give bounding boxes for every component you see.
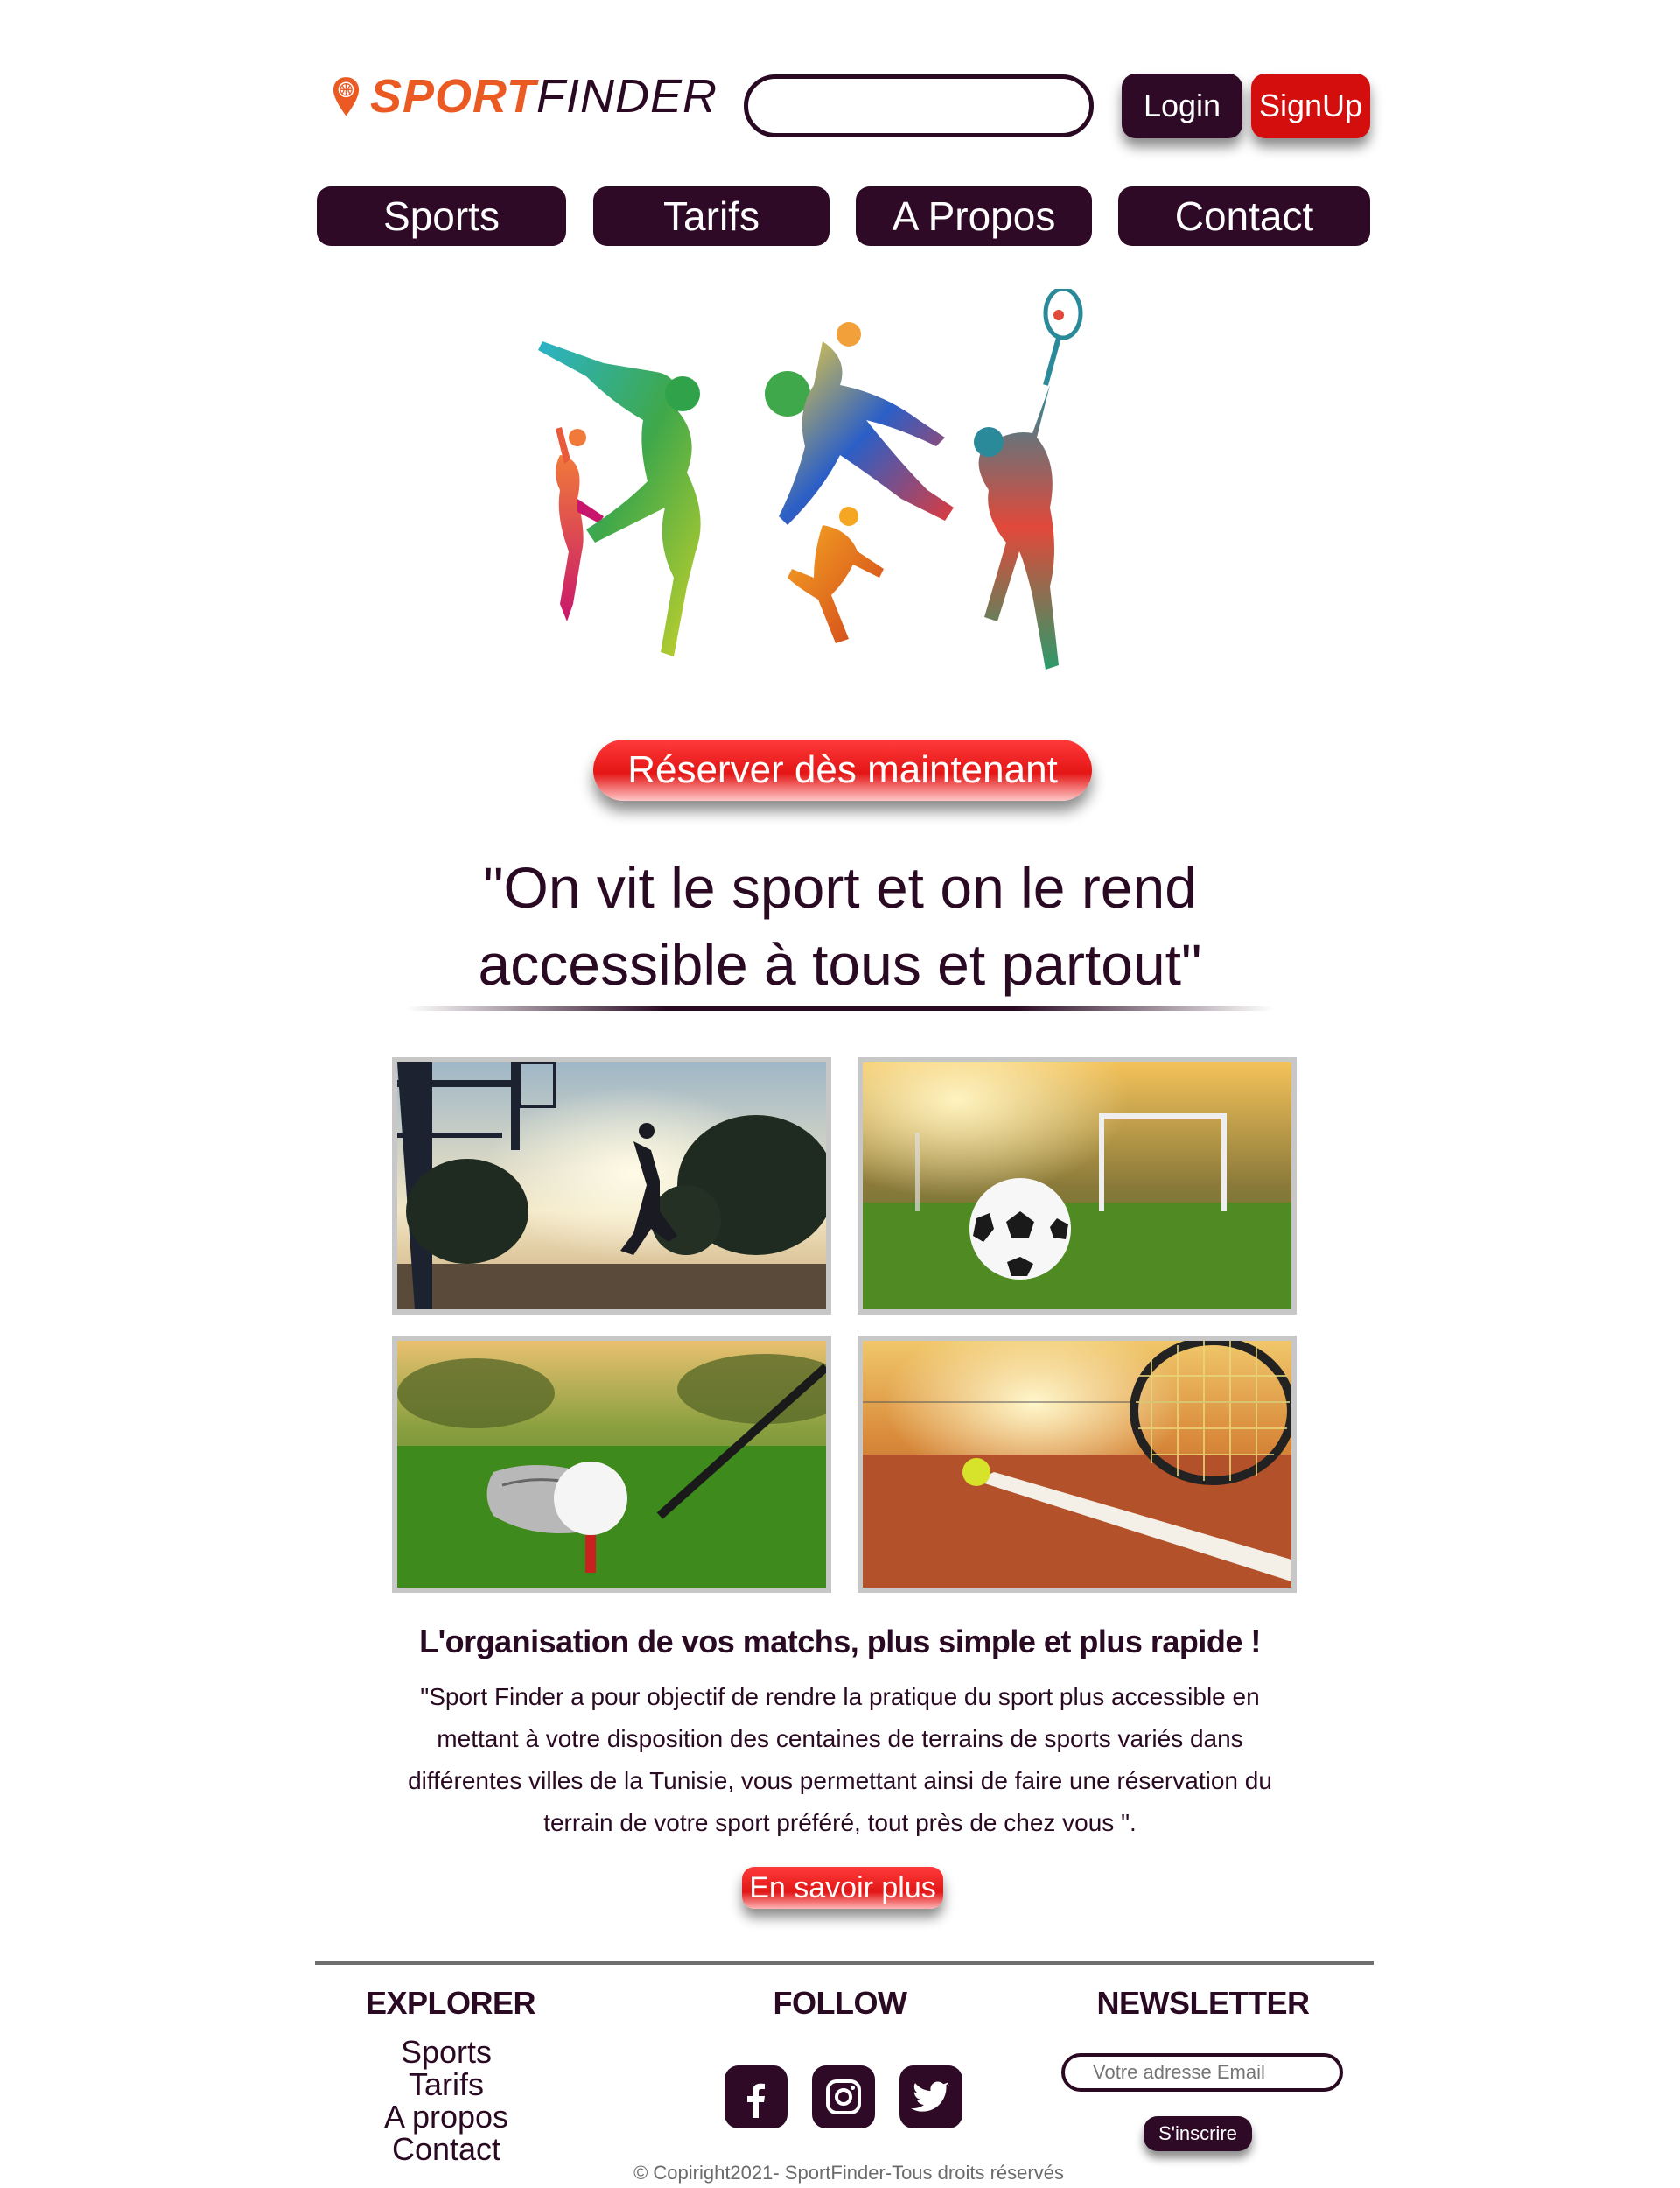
instagram-icon [826,2079,861,2114]
twitter-icon [911,2081,949,2112]
newsletter-heading: NEWSLETTER [1096,1985,1311,2021]
about-description: "Sport Finder a pour objectif de rendre … [394,1676,1286,1844]
signup-button[interactable]: SignUp [1251,74,1370,138]
follow-heading: FOLLOW [773,1985,907,2021]
instagram-link[interactable] [812,2065,875,2128]
athletes-illustration [538,289,1083,670]
subscribe-button[interactable]: S'inscrire [1144,2116,1252,2151]
nav-tarifs[interactable]: Tarifs [593,186,830,246]
footer-link-a-propos[interactable]: A propos [332,2101,560,2133]
slogan-divider [407,1006,1273,1011]
nav-sports[interactable]: Sports [317,186,566,246]
golf-photo [392,1336,831,1593]
brand-name: SPORTFINDER [370,69,718,123]
runner-figure [788,507,884,643]
facebook-link[interactable] [724,2065,788,2128]
about-description-line: "Sport Finder a pour objectif de rendre … [420,1683,1260,1710]
tennis-scene-image [863,1341,1292,1588]
footer-link-sports[interactable]: Sports [332,2037,560,2068]
nav-a-propos[interactable]: A Propos [856,186,1092,246]
search-input[interactable] [776,91,1073,121]
footer-link-tarifs[interactable]: Tarifs [332,2069,560,2100]
about-description-line: terrain de votre sport préféré, tout prè… [543,1809,1137,1836]
tennis-player-figure [974,289,1083,670]
football-photo [858,1057,1297,1315]
explorer-heading: EXPLORER [365,1985,536,2021]
about-headline: L'organisation de vos matchs, plus simpl… [419,1623,1261,1659]
slogan-line-1: "On vit le sport et on le rend [483,855,1197,920]
book-now-button[interactable]: Réserver dès maintenant [593,740,1092,801]
learn-more-button[interactable]: En savoir plus [742,1867,943,1909]
location-pin-icon [332,76,360,116]
footer-divider [315,1961,1374,1965]
twitter-link[interactable] [900,2065,962,2128]
login-button[interactable]: Login [1122,74,1242,138]
slogan-line-2: accessible à tous et partout" [478,932,1202,997]
brand-name-sport: SPORT [369,70,536,123]
footer-link-contact[interactable]: Contact [332,2134,560,2165]
copyright-notice: © Copiright2021- SportFinder-Tous droits… [634,2162,1064,2184]
tennis-photo [858,1336,1297,1593]
basketball-photo [392,1057,831,1315]
brand-logo[interactable]: SPORTFINDER [332,48,718,144]
basketball-player-figure [765,322,954,525]
slogan: "On vit le sport et on le rend accessibl… [350,849,1330,1003]
about-description-line: différentes villes de la Tunisie, vous p… [408,1767,1272,1794]
basketball-scene-image [397,1062,826,1309]
newsletter-field[interactable] [1061,2053,1347,2092]
about-description-line: mettant à votre disposition des centaine… [437,1725,1243,1752]
golf-scene-image [397,1341,826,1588]
brand-name-finder: FINDER [536,70,718,123]
newsletter-email-input[interactable] [1091,2060,1347,2085]
nav-contact[interactable]: Contact [1118,186,1370,246]
football-scene-image [863,1062,1292,1309]
search-bar[interactable] [744,74,1094,137]
facebook-icon [747,2083,765,2118]
